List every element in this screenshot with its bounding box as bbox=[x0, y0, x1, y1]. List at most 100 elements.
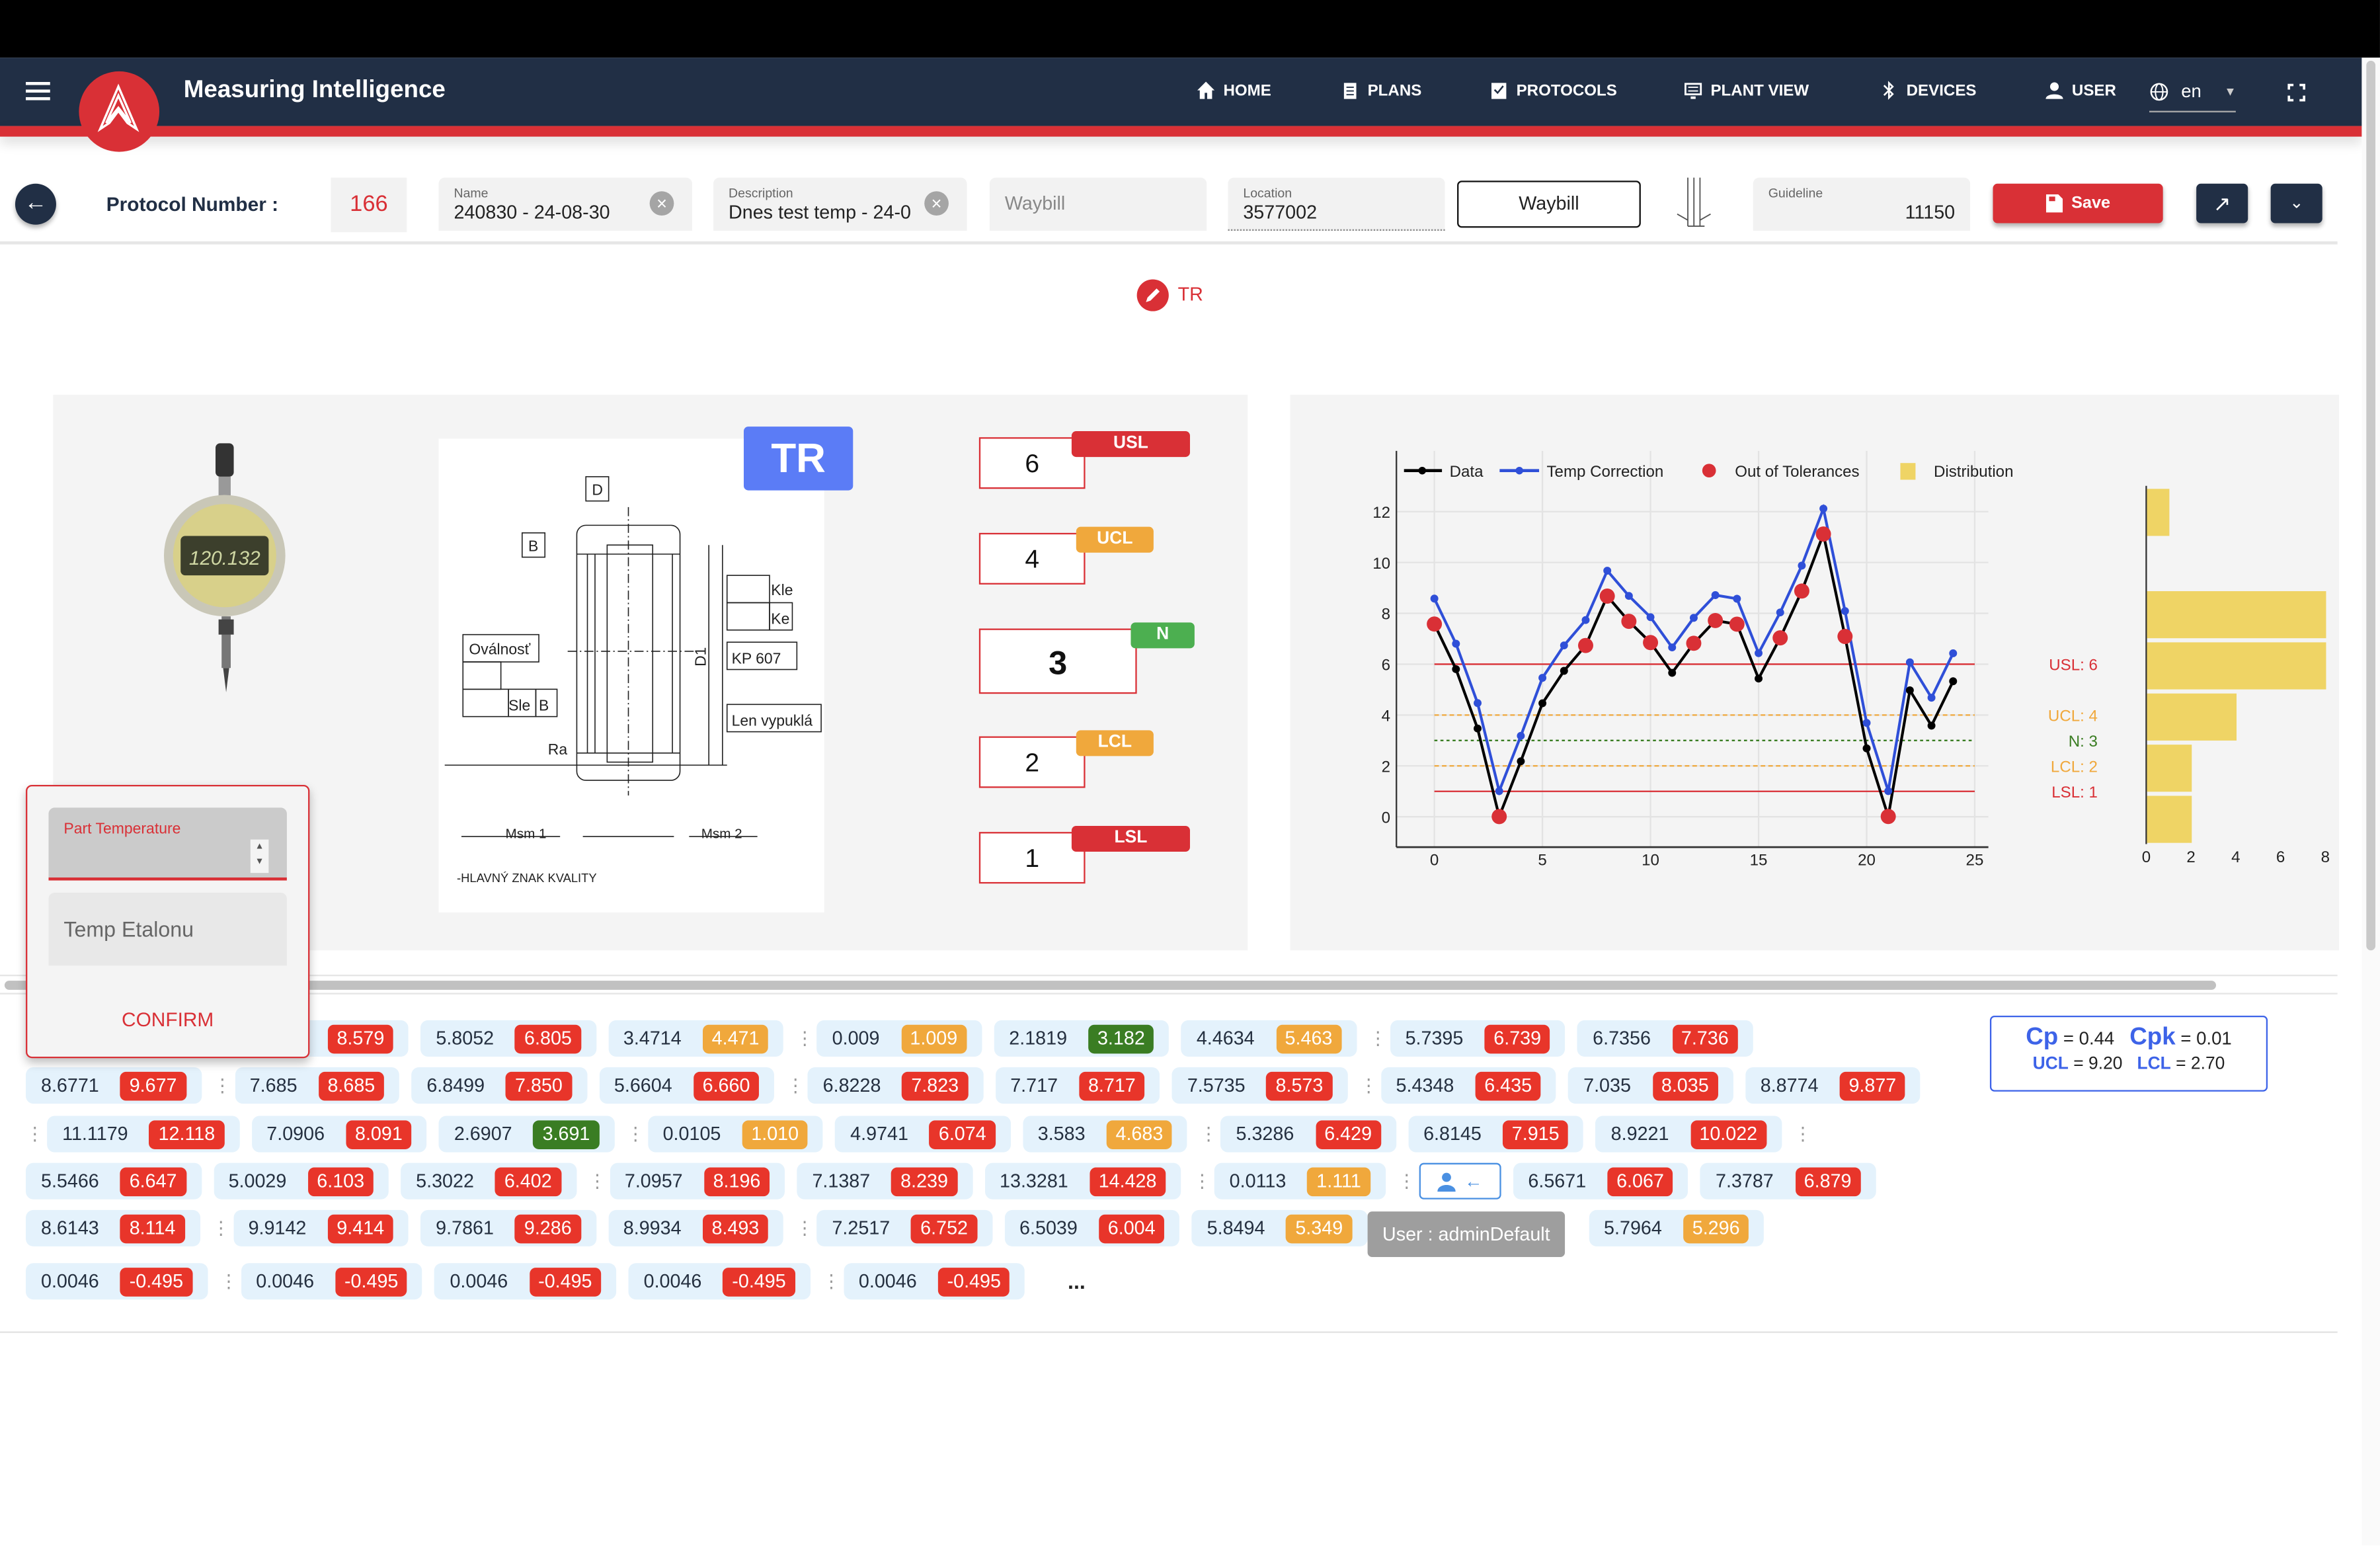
measurement-cell[interactable]: 0.0046 -0.495 bbox=[434, 1263, 617, 1300]
measurement-cell[interactable]: 5.3022 6.402 bbox=[401, 1162, 576, 1200]
measurement-cell[interactable]: 11.1179 12.118 bbox=[47, 1116, 239, 1153]
drag-handle-icon[interactable]: ⋮ bbox=[26, 1123, 44, 1145]
waybill-button[interactable]: Waybill bbox=[1457, 181, 1641, 228]
drag-handle-icon[interactable]: ⋮ bbox=[1794, 1123, 1812, 1145]
nav-plant-view[interactable]: PLANT VIEW bbox=[1683, 81, 1809, 101]
drag-handle-icon[interactable]: ⋮ bbox=[1199, 1123, 1218, 1145]
nav-devices[interactable]: DEVICES bbox=[1879, 81, 1977, 101]
measurement-cell[interactable]: 5.4348 6.435 bbox=[1380, 1067, 1556, 1104]
measurement-cell[interactable]: 2.1819 3.182 bbox=[994, 1020, 1170, 1057]
save-button[interactable]: Save bbox=[1993, 183, 2163, 224]
measurement-cell[interactable]: 8.9934 8.493 bbox=[608, 1209, 784, 1246]
drag-handle-icon[interactable]: ⋮ bbox=[1359, 1075, 1378, 1096]
measurement-cell[interactable]: 7.0906 8.091 bbox=[251, 1116, 427, 1153]
scrollbar-thumb[interactable] bbox=[2366, 60, 2376, 951]
measurement-cell[interactable]: 8.9221 10.022 bbox=[1595, 1116, 1782, 1153]
measurement-cell[interactable]: 0.0046 -0.495 bbox=[26, 1263, 208, 1300]
measurement-cell[interactable]: 8.6771 9.677 bbox=[26, 1067, 202, 1104]
measurement-cell[interactable]: 5.5466 6.647 bbox=[26, 1162, 202, 1200]
measurement-cell[interactable]: 7.1387 8.239 bbox=[797, 1162, 972, 1200]
clear-icon[interactable]: × bbox=[924, 191, 949, 216]
measurement-cell[interactable]: 6.8499 7.850 bbox=[411, 1067, 587, 1104]
location-field[interactable]: Location 3577002 bbox=[1228, 177, 1445, 231]
description-field[interactable]: Description Dnes test temp - 24-0 × bbox=[713, 177, 967, 231]
measurement-cell[interactable]: 0.0105 1.010 bbox=[647, 1116, 823, 1153]
name-field[interactable]: Name 240830 - 24-08-30 × bbox=[438, 177, 692, 231]
more-indicator[interactable]: ... bbox=[1068, 1269, 1086, 1293]
measurement-cell[interactable]: 6.8145 7.915 bbox=[1408, 1116, 1584, 1153]
temp-etalonu-input[interactable]: Temp Etalonu bbox=[48, 892, 287, 966]
measurement-cell[interactable]: 6.5039 6.004 bbox=[1004, 1209, 1180, 1246]
measurement-cell[interactable]: 0.0046 -0.495 bbox=[843, 1263, 1025, 1300]
measurement-cell[interactable]: 5.7964 5.296 bbox=[1589, 1209, 1765, 1246]
nav-plans[interactable]: PLANS bbox=[1340, 81, 1421, 101]
nav-home[interactable]: HOME bbox=[1196, 81, 1271, 101]
drag-handle-icon[interactable]: ⋮ bbox=[787, 1075, 805, 1096]
expand-button[interactable]: ⌄ bbox=[2270, 183, 2322, 224]
nav-user[interactable]: USER bbox=[2045, 81, 2116, 101]
measurement-cell[interactable]: 0.0046 -0.495 bbox=[628, 1263, 811, 1300]
scrollbar-thumb[interactable] bbox=[4, 981, 2217, 990]
measurement-cell[interactable]: 7.3787 6.879 bbox=[1700, 1162, 1876, 1200]
menu-icon[interactable] bbox=[26, 81, 50, 101]
measurement-cell[interactable]: 0.0113 1.111 bbox=[1214, 1162, 1386, 1200]
drag-handle-icon[interactable]: ⋮ bbox=[212, 1217, 230, 1239]
drag-handle-icon[interactable]: ⋮ bbox=[822, 1271, 841, 1292]
measurement-cell[interactable]: 6.7356 7.736 bbox=[1577, 1020, 1753, 1057]
measurement-cell[interactable]: 6.8228 7.823 bbox=[807, 1067, 983, 1104]
measurement-cell[interactable]: 8.8774 9.877 bbox=[1745, 1067, 1921, 1104]
clear-icon[interactable]: × bbox=[649, 191, 674, 216]
open-external-button[interactable]: ↗ bbox=[2196, 183, 2248, 224]
measurement-cell[interactable]: 7.5735 8.573 bbox=[1171, 1067, 1348, 1104]
measurement-cell[interactable]: 2.6907 3.691 bbox=[438, 1116, 615, 1153]
measurement-cell[interactable]: 5.6604 6.660 bbox=[598, 1067, 775, 1104]
measurement-cell[interactable]: 13.3281 14.428 bbox=[984, 1162, 1181, 1200]
measurement-cell[interactable]: 7.2517 6.752 bbox=[816, 1209, 992, 1246]
number-spinner[interactable]: ▲ ▼ bbox=[250, 839, 269, 874]
edit-feature-button[interactable] bbox=[1136, 279, 1169, 311]
vertical-scrollbar[interactable] bbox=[2361, 58, 2380, 1546]
measurement-cell[interactable]: 7.0957 8.196 bbox=[609, 1162, 785, 1200]
drag-handle-icon[interactable]: ⋮ bbox=[214, 1075, 232, 1096]
drag-handle-icon[interactable]: ⋮ bbox=[1398, 1170, 1416, 1192]
measurement-cell[interactable]: 7.717 8.717 bbox=[995, 1067, 1160, 1104]
user-icon bbox=[1437, 1172, 1456, 1192]
drawing-thumbnail[interactable] bbox=[1665, 175, 1732, 232]
measurement-cell[interactable]: 5.8052 6.805 bbox=[420, 1020, 596, 1057]
measurement-cell[interactable]: 5.7395 6.739 bbox=[1390, 1020, 1566, 1057]
language-select[interactable]: en ▼ bbox=[2149, 81, 2237, 112]
confirm-button[interactable]: CONFIRM bbox=[27, 1008, 308, 1030]
measurement-cell[interactable]: 5.8494 5.349 bbox=[1191, 1209, 1367, 1246]
measurement-cell[interactable]: 5.3286 6.429 bbox=[1220, 1116, 1396, 1153]
measurement-cell[interactable]: 6.5671 6.067 bbox=[1513, 1162, 1688, 1200]
measurement-cell[interactable]: 5.0029 6.103 bbox=[213, 1162, 389, 1200]
fullscreen-icon[interactable] bbox=[2287, 82, 2306, 102]
arrow-left-icon: ← bbox=[24, 189, 48, 216]
part-temperature-input[interactable]: Part Temperature ▲ ▼ bbox=[48, 807, 287, 881]
back-button[interactable]: ← bbox=[15, 183, 56, 225]
measurement-cell[interactable]: 8.6143 8.114 bbox=[26, 1209, 200, 1246]
user-button[interactable]: ← bbox=[1419, 1162, 1501, 1200]
measurement-cell[interactable]: 4.9741 6.074 bbox=[835, 1116, 1011, 1153]
measurement-cell[interactable]: 3.4714 4.471 bbox=[608, 1020, 784, 1057]
drag-handle-icon[interactable]: ⋮ bbox=[1368, 1028, 1387, 1049]
measurement-cell[interactable]: 0.0046 -0.495 bbox=[241, 1263, 423, 1300]
waybill-field[interactable]: Waybill bbox=[989, 177, 1207, 231]
nav-protocols[interactable]: PROTOCOLS bbox=[1489, 81, 1617, 101]
temp-correction-point bbox=[1927, 694, 1936, 702]
drag-handle-icon[interactable]: ⋮ bbox=[795, 1217, 814, 1239]
measurement-cell[interactable]: 4.4634 5.463 bbox=[1181, 1020, 1357, 1057]
chevron-down-icon: ⌄ bbox=[2289, 194, 2304, 213]
drag-handle-icon[interactable]: ⋮ bbox=[588, 1170, 607, 1192]
measurement-cell[interactable]: 7.035 8.035 bbox=[1568, 1067, 1733, 1104]
drag-handle-icon[interactable]: ⋮ bbox=[1193, 1170, 1212, 1192]
drag-handle-icon[interactable]: ⋮ bbox=[796, 1028, 814, 1049]
horizontal-scrollbar[interactable] bbox=[0, 974, 2338, 995]
measurement-cell[interactable]: 7.685 8.685 bbox=[234, 1067, 400, 1104]
measurement-cell[interactable]: 9.7861 9.286 bbox=[420, 1209, 596, 1246]
measurement-cell[interactable]: 9.9142 9.414 bbox=[233, 1209, 409, 1246]
drag-handle-icon[interactable]: ⋮ bbox=[219, 1271, 238, 1292]
measurement-cell[interactable]: 3.583 4.683 bbox=[1022, 1116, 1188, 1153]
drag-handle-icon[interactable]: ⋮ bbox=[626, 1123, 645, 1145]
measurement-cell[interactable]: 0.009 1.009 bbox=[816, 1020, 982, 1057]
